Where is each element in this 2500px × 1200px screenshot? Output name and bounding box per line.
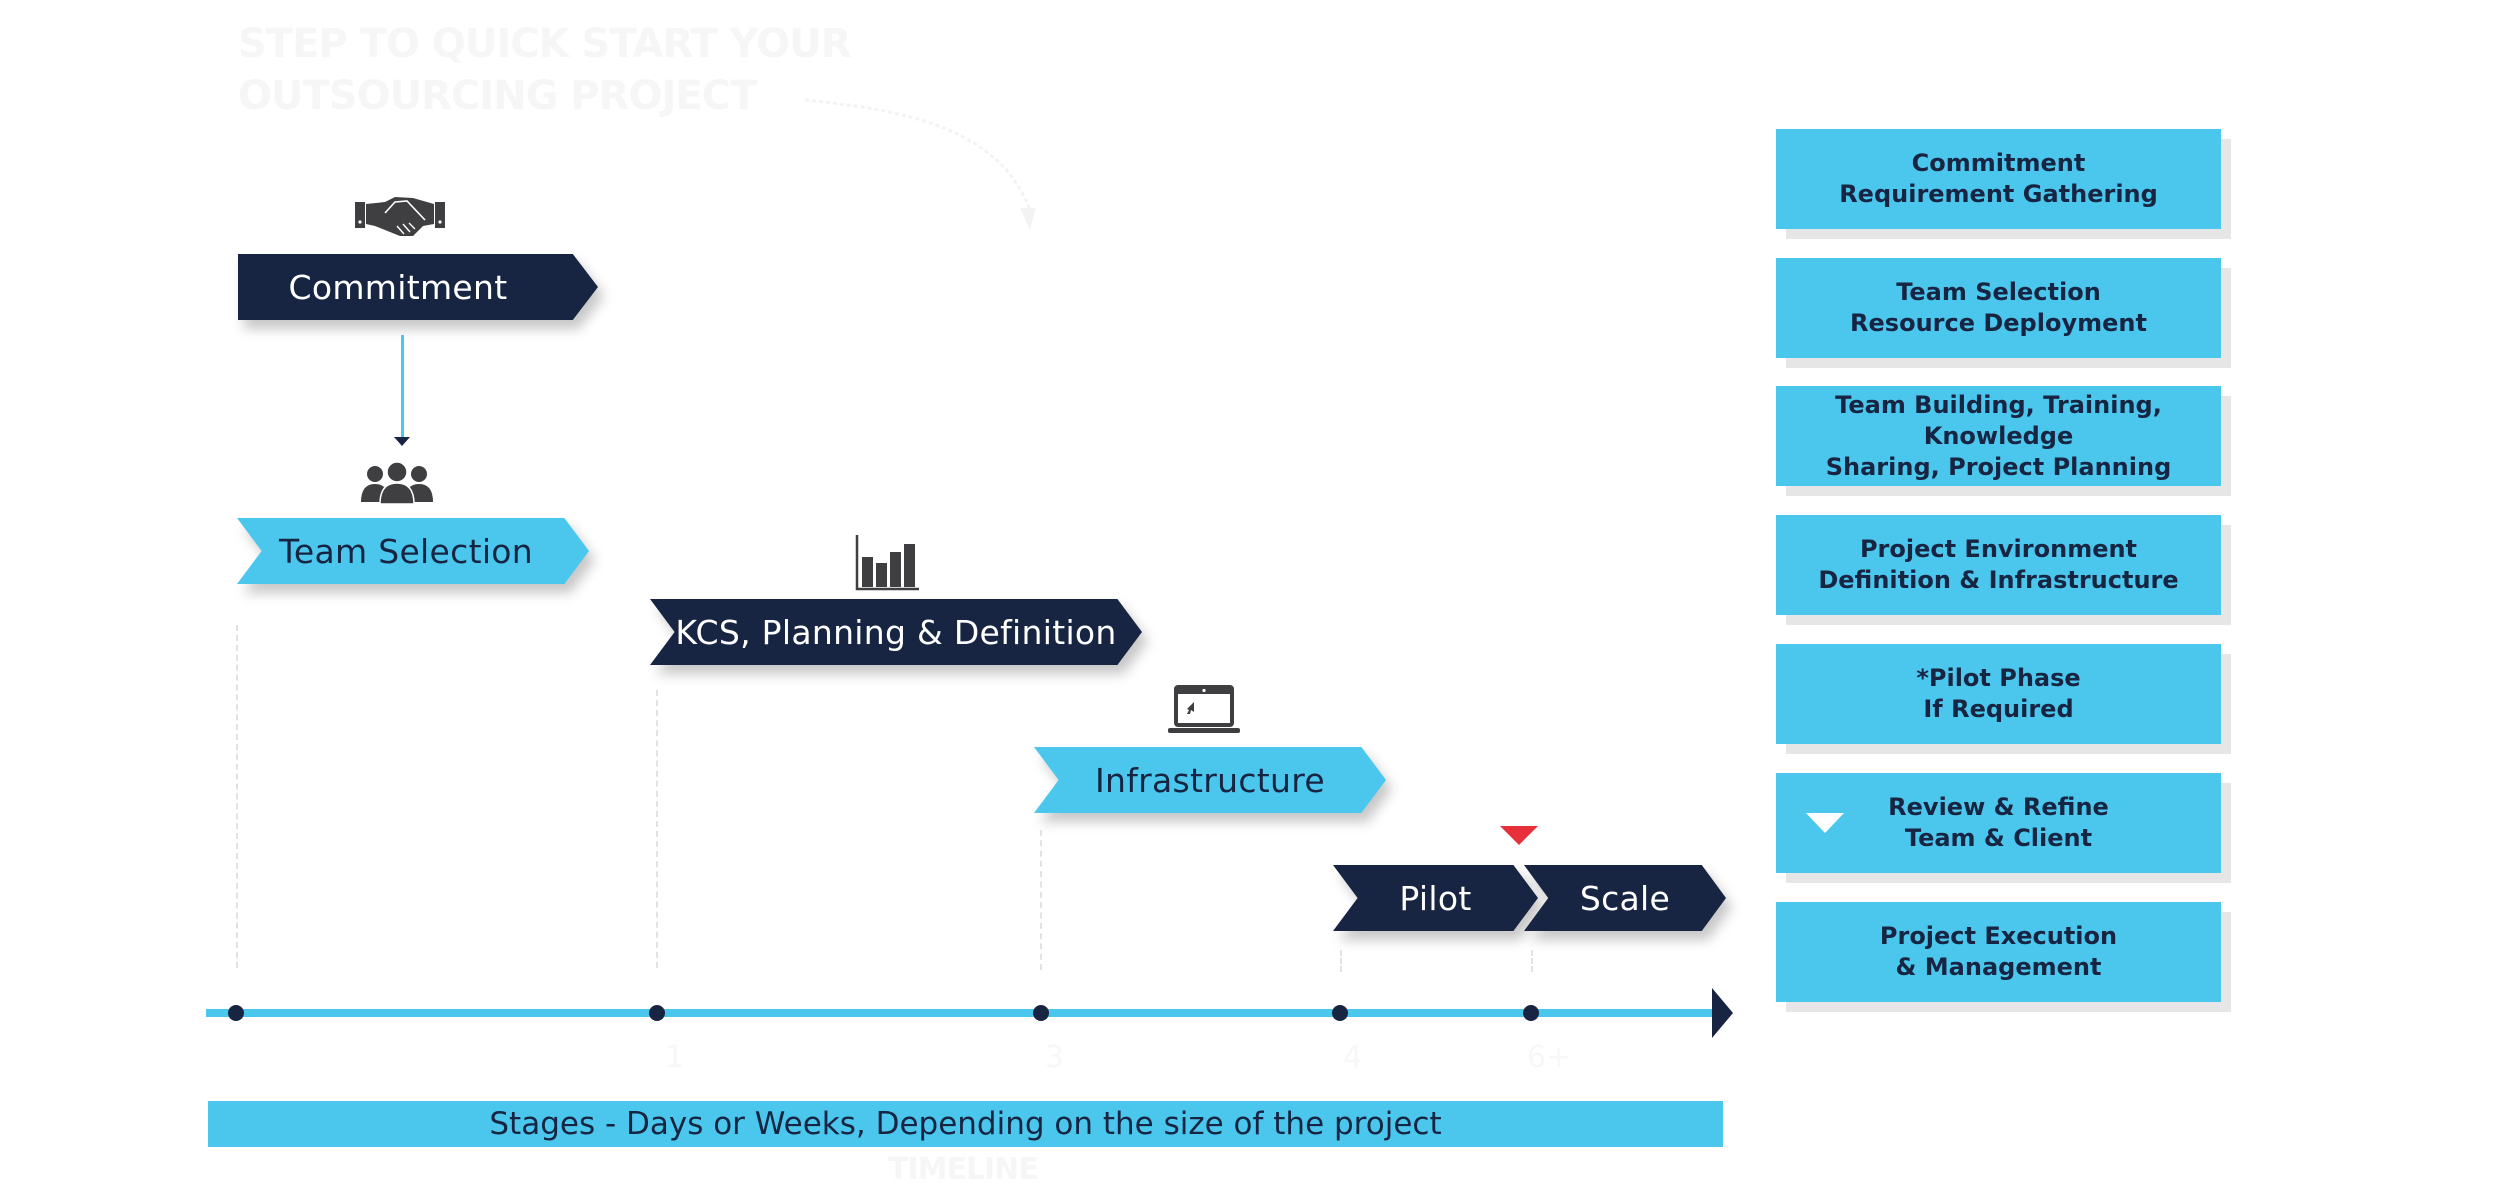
legend-box-line2: Requirement Gathering <box>1839 180 2158 208</box>
legend-box: Team Building, Training, Knowledge Shari… <box>1776 386 2231 496</box>
stage-pilot: Pilot <box>1333 865 1538 931</box>
timeline-caption: Stages - Days or Weeks, Depending on the… <box>489 1106 1442 1142</box>
triangle-down-icon <box>1806 813 1844 833</box>
timeline-arrowhead-icon <box>1712 988 1733 1038</box>
watermark-stage-number: 6+ <box>1527 1040 1572 1075</box>
legend-box: Project Execution & Management <box>1776 902 2231 1012</box>
stage-infrastructure: Infrastructure <box>1034 747 1386 813</box>
handshake-icon <box>355 196 445 238</box>
legend-box-line1: *Pilot Phase <box>1916 664 2081 692</box>
legend-box-line2: & Management <box>1895 953 2102 981</box>
timeline-milestone-dot <box>1033 1005 1049 1021</box>
stage-team-selection: Team Selection <box>237 518 589 584</box>
legend-box-line1: Team Selection <box>1896 278 2101 306</box>
connector-line <box>401 335 404 438</box>
stage-scale-label: Scale <box>1579 878 1671 918</box>
stage-kcs-label: KCS, Planning & Definition <box>675 612 1117 652</box>
legend-box-line1: Project Environment <box>1859 535 2138 563</box>
timeline-milestone-dot <box>228 1005 244 1021</box>
legend-box-line2: Sharing, Project Planning <box>1825 452 2172 481</box>
watermark-stage-number: 4 <box>1343 1040 1363 1075</box>
timeline-axis <box>206 1009 1716 1017</box>
timeline-milestone-dot <box>649 1005 665 1021</box>
watermark-stage-number: 1 <box>665 1040 685 1075</box>
legend-box: Commitment Requirement Gathering <box>1776 129 2231 239</box>
guide-line <box>1040 830 1042 970</box>
legend-box-line1: Team Building, Training, Knowledge <box>1835 390 2162 450</box>
bar-chart-icon <box>855 535 921 591</box>
timeline-milestone-dot <box>1523 1005 1539 1021</box>
guide-line <box>1340 950 1342 972</box>
team-icon <box>361 462 433 504</box>
legend-box-line1: Review & Refine <box>1888 793 2109 821</box>
stage-pilot-label: Pilot <box>1399 878 1472 918</box>
watermark-title-line2: outsourcing project <box>238 73 757 119</box>
timeline-caption-bar: Stages - Days or Weeks, Depending on the… <box>208 1101 1723 1147</box>
stage-kcs-planning-definition: KCS, Planning & Definition <box>650 599 1142 665</box>
watermark-stage-number: 3 <box>1045 1040 1065 1075</box>
stage-commitment-label: Commitment <box>288 267 508 307</box>
legend-box-line2: Definition & Infrastructure <box>1818 566 2179 594</box>
connector-arrowhead-icon <box>394 437 410 446</box>
guide-line <box>236 625 238 968</box>
stage-infrastructure-label: Infrastructure <box>1094 760 1325 800</box>
watermark-title-line1: Step to quick start your <box>238 21 852 67</box>
laptop-icon <box>1168 685 1240 735</box>
legend-box-line2: If Required <box>1923 695 2074 723</box>
watermark-timeline-label: TIMELINE <box>888 1152 1039 1187</box>
legend-box: Project Environment Definition & Infrast… <box>1776 515 2231 625</box>
watermark-title: Step to quick start your outsourcing pro… <box>238 18 852 122</box>
guide-line <box>1531 950 1533 972</box>
guide-line <box>656 690 658 968</box>
legend-box: Review & Refine Team & Client <box>1776 773 2231 883</box>
timeline-milestone-dot <box>1332 1005 1348 1021</box>
legend-box: Team Selection Resource Deployment <box>1776 258 2231 368</box>
stage-scale: Scale <box>1524 865 1726 931</box>
legend-box-line1: Commitment <box>1911 149 2086 177</box>
legend-box-line2: Team & Client <box>1904 824 2093 852</box>
legend-box-line1: Project Execution <box>1879 922 2118 950</box>
legend-box-line2: Resource Deployment <box>1850 309 2147 337</box>
watermark-curved-arrow-icon <box>804 98 1036 230</box>
stage-team-selection-label: Team Selection <box>279 531 533 571</box>
current-stage-marker-icon <box>1500 826 1538 845</box>
legend-box: *Pilot Phase If Required <box>1776 644 2231 754</box>
stage-commitment: Commitment <box>238 254 598 320</box>
